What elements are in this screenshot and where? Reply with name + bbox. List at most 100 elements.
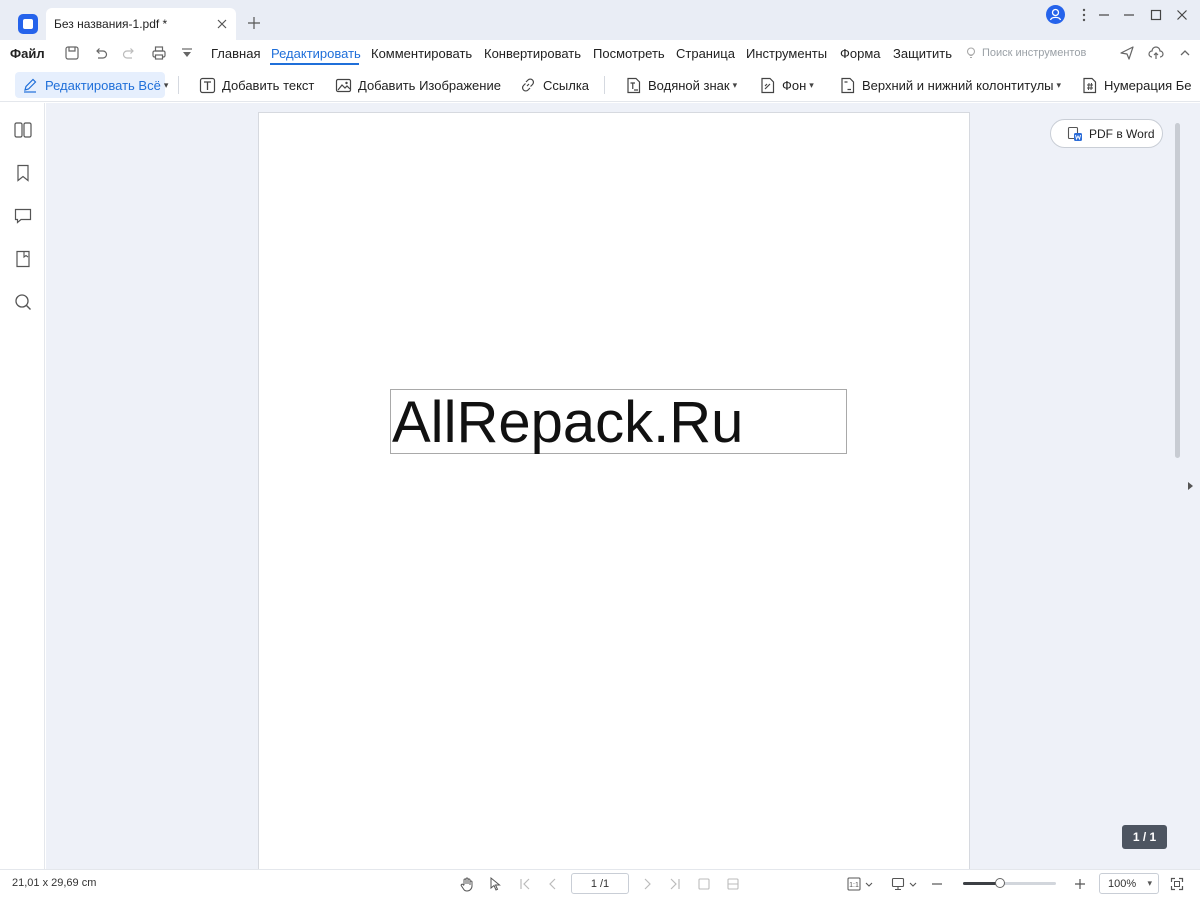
dropdown-icon[interactable] xyxy=(178,44,196,62)
print-icon[interactable] xyxy=(150,44,168,62)
word-icon xyxy=(1067,126,1082,141)
document-tab[interactable]: Без названия-1.pdf * xyxy=(46,8,236,40)
watermark-icon xyxy=(627,77,641,93)
header-footer-button[interactable]: Верхний и нижний колонтитулы ▾ xyxy=(839,72,1061,98)
actual-size-icon[interactable]: 1:1 xyxy=(846,876,862,892)
page-number-input[interactable]: 1 /1 xyxy=(571,873,629,894)
search-icon[interactable] xyxy=(13,292,33,312)
svg-text:1:1: 1:1 xyxy=(849,882,859,889)
pdf-to-word-button[interactable]: PDF в Word xyxy=(1050,119,1163,148)
toolbar-divider xyxy=(604,76,605,94)
minimize-window-icon[interactable] xyxy=(1120,6,1138,24)
expand-icon[interactable] xyxy=(1176,44,1194,62)
user-icon[interactable] xyxy=(1046,5,1065,24)
chevron-down-icon: ▾ xyxy=(809,79,814,90)
cloud-upload-icon[interactable] xyxy=(1147,44,1165,62)
header-footer-icon xyxy=(841,77,855,93)
edit-toolbar: Редактировать Всё ▾ Добавить текст Добав… xyxy=(0,68,1200,102)
menu-home[interactable]: Главная xyxy=(211,46,260,61)
menu-edit[interactable]: Редактировать xyxy=(271,46,361,61)
hand-tool-icon[interactable] xyxy=(459,876,475,892)
page-text[interactable]: AllRepack.Ru xyxy=(392,391,743,455)
link-label: Ссылка xyxy=(543,77,590,93)
edit-all-button[interactable]: Редактировать Всё ▾ xyxy=(15,72,168,98)
chevron-down-icon: ▾ xyxy=(732,79,738,90)
tool-search-placeholder: Поиск инструментов xyxy=(982,47,1087,59)
link-icon xyxy=(521,78,535,92)
page-badge: 1 / 1 xyxy=(1122,825,1167,849)
fit-width-icon[interactable] xyxy=(725,876,741,892)
text-box[interactable]: AllRepack.Ru xyxy=(390,389,847,455)
zoom-in-icon[interactable] xyxy=(1072,876,1088,892)
image-icon xyxy=(335,78,352,92)
page-size: 21,01 x 29,69 cm xyxy=(12,877,97,889)
left-sidebar xyxy=(0,103,45,869)
active-menu-indicator xyxy=(270,63,359,65)
menu-bar: Файл Главная Редактировать Комментироват… xyxy=(0,40,1200,68)
redo-icon[interactable] xyxy=(120,44,138,62)
app-logo-icon xyxy=(18,14,38,34)
comment-icon[interactable] xyxy=(13,206,33,226)
page-layout-icon[interactable] xyxy=(890,876,906,892)
fit-page-icon[interactable] xyxy=(696,876,712,892)
zoom-level-value: 100% xyxy=(1108,877,1137,890)
chevron-down-icon: ▾ xyxy=(1056,79,1062,90)
close-window-icon[interactable] xyxy=(1173,6,1191,24)
watermark-button[interactable]: Водяной знак ▾ xyxy=(625,72,737,98)
menu-tools[interactable]: Инструменты xyxy=(746,46,827,61)
document-canvas: AllRepack.Ru PDF в Word 1 / 1 xyxy=(46,103,1200,869)
document-tab-title: Без названия-1.pdf * xyxy=(54,17,168,31)
bookmark-icon[interactable] xyxy=(13,163,33,183)
lightbulb-icon xyxy=(966,47,976,59)
fullscreen-icon[interactable] xyxy=(1169,876,1185,892)
first-page-icon[interactable] xyxy=(517,876,533,892)
vertical-scrollbar[interactable] xyxy=(1175,123,1180,458)
background-label: Фон xyxy=(782,77,807,93)
next-page-icon[interactable] xyxy=(639,876,655,892)
last-page-icon[interactable] xyxy=(667,876,683,892)
title-bar: Без названия-1.pdf * xyxy=(0,0,1200,40)
link-button[interactable]: Ссылка xyxy=(519,72,589,98)
add-image-button[interactable]: Добавить Изображение xyxy=(335,72,501,98)
maximize-icon[interactable] xyxy=(1147,6,1165,24)
menu-form[interactable]: Форма xyxy=(840,46,881,61)
chevron-down-icon[interactable] xyxy=(908,876,918,892)
share-icon[interactable] xyxy=(1118,44,1136,62)
pencil-icon xyxy=(24,78,37,93)
previous-page-icon[interactable] xyxy=(545,876,561,892)
thumbnails-icon[interactable] xyxy=(13,120,33,140)
chevron-down-icon[interactable] xyxy=(864,876,874,892)
zoom-level-select[interactable]: 100% ▾ xyxy=(1099,873,1159,894)
minimize-icon[interactable] xyxy=(1095,6,1113,24)
save-icon[interactable] xyxy=(63,44,81,62)
zoom-slider-handle[interactable] xyxy=(995,878,1006,888)
menu-file[interactable]: Файл xyxy=(10,46,45,61)
more-vertical-icon[interactable] xyxy=(1075,6,1093,24)
zoom-out-icon[interactable] xyxy=(929,876,945,892)
watermark-label: Водяной знак xyxy=(648,77,730,93)
expand-right-panel-arrow[interactable] xyxy=(1188,482,1193,490)
attachment-icon[interactable] xyxy=(13,249,33,269)
background-button[interactable]: Фон ▾ xyxy=(759,72,814,98)
zoom-slider[interactable] xyxy=(963,878,1056,888)
close-icon[interactable] xyxy=(214,16,230,32)
background-icon xyxy=(761,77,775,93)
select-tool-icon[interactable] xyxy=(488,876,504,892)
undo-icon[interactable] xyxy=(92,44,110,62)
add-image-label: Добавить Изображение xyxy=(358,77,501,93)
bates-icon xyxy=(1083,77,1097,93)
menu-view[interactable]: Посмотреть xyxy=(593,46,665,61)
menu-protect[interactable]: Защитить xyxy=(893,46,952,61)
menu-page[interactable]: Страница xyxy=(676,46,735,61)
status-bar: 21,01 x 29,69 cm 1 /1 1:1 100% ▾ xyxy=(0,869,1200,897)
plus-icon[interactable] xyxy=(246,15,262,31)
add-text-button[interactable]: Добавить текст xyxy=(199,72,314,98)
menu-comment[interactable]: Комментировать xyxy=(371,46,472,61)
header-footer-label: Верхний и нижний колонтитулы xyxy=(862,77,1054,93)
bates-numbering-button[interactable]: Нумерация Бе xyxy=(1081,72,1192,98)
pdf-to-word-label: PDF в Word xyxy=(1089,126,1155,141)
menu-convert[interactable]: Конвертировать xyxy=(484,46,581,61)
toolbar-divider xyxy=(178,76,179,94)
chevron-down-icon: ▾ xyxy=(163,79,169,90)
bates-numbering-label: Нумерация Бе xyxy=(1104,77,1192,93)
